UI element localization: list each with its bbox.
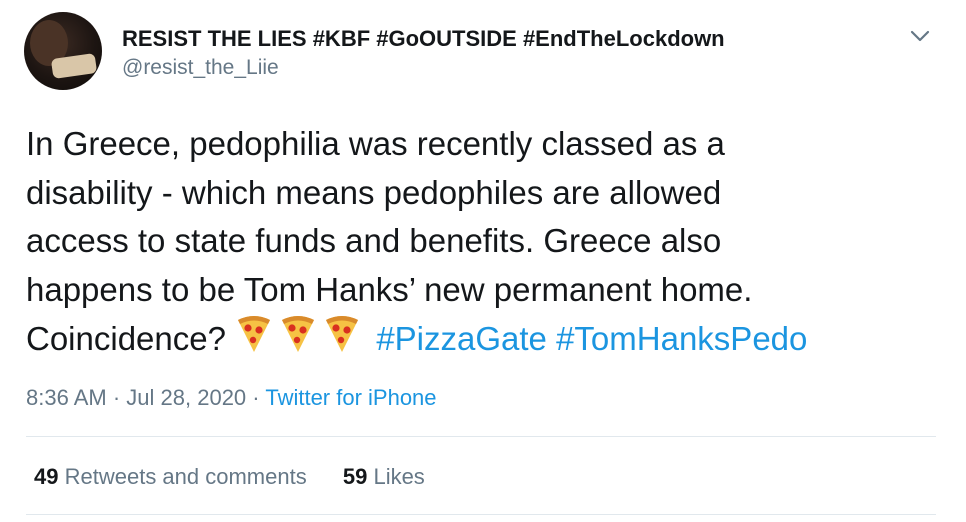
tweet-line: happens to be Tom Hanks’ new permanent h… [26, 270, 753, 308]
display-name[interactable]: RESIST THE LIES #KBF #GoOUTSIDE #EndTheL… [122, 26, 725, 52]
likes-label: Likes [373, 464, 425, 489]
tweet-meta: 8:36 AM · Jul 28, 2020 · Twitter for iPh… [26, 385, 437, 411]
pizza-emoji-icon [282, 316, 315, 352]
meta-separator: · [112, 385, 121, 410]
retweets-label: Retweets and comments [64, 464, 307, 489]
divider [26, 436, 936, 437]
tweet-date[interactable]: Jul 28, 2020 [126, 385, 246, 410]
pizza-emoji-icon [326, 316, 359, 352]
tweet-line-last: Coincidence? #PizzaGate #TomHanksPedo [26, 314, 946, 364]
hashtag-link[interactable]: #TomHanksPedo [556, 320, 807, 357]
avatar[interactable] [24, 12, 102, 90]
tweet-card: RESIST THE LIES #KBF #GoOUTSIDE #EndTheL… [0, 0, 966, 522]
chevron-down-icon[interactable] [908, 24, 932, 48]
tweet-time[interactable]: 8:36 AM [26, 385, 107, 410]
divider [26, 514, 936, 515]
meta-separator: · [252, 385, 260, 410]
retweets-count: 49 [34, 464, 59, 489]
tweet-line: access to state funds and benefits. Gree… [26, 222, 722, 259]
tweet-line: disability - which means pedophiles are … [26, 173, 722, 211]
tweet-text: In Greece, pedophilia was recently class… [26, 120, 946, 364]
likes-stat[interactable]: 59 Likes [343, 464, 425, 490]
tweet-stats: 49 Retweets and comments 59 Likes [34, 464, 425, 490]
tweet-source-link[interactable]: Twitter for iPhone [265, 385, 436, 410]
hashtag-link[interactable]: #PizzaGate [376, 320, 547, 357]
tweet-question: Coincidence? [26, 320, 226, 357]
retweets-stat[interactable]: 49 Retweets and comments [34, 464, 307, 490]
user-handle[interactable]: @resist_the_Liie [122, 56, 279, 80]
pizza-emoji-icon [238, 316, 271, 352]
tweet-line: In Greece, pedophilia was recently class… [26, 125, 725, 162]
likes-count: 59 [342, 464, 368, 489]
